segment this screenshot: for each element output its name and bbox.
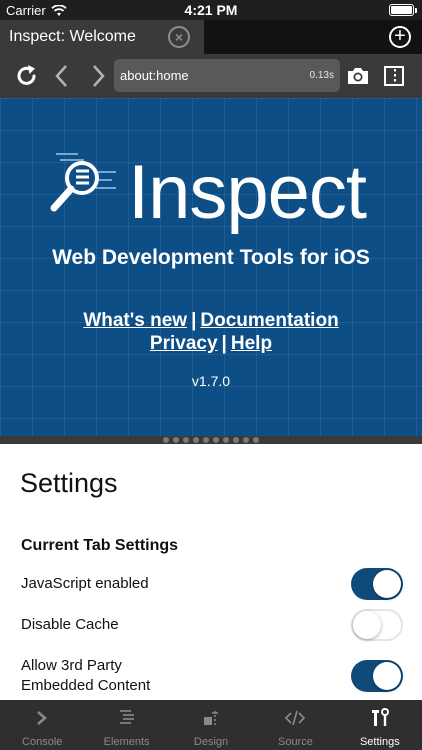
tab-label: Settings	[359, 736, 400, 748]
pager-dot	[193, 437, 199, 443]
status-bar: Carrier 4:21 PM	[0, 0, 422, 20]
javascript-enabled-toggle[interactable]	[351, 568, 403, 600]
toggle-knob	[353, 611, 381, 639]
clock: 4:21 PM	[184, 2, 238, 18]
pager-dot	[253, 437, 259, 443]
tab-label: Design	[193, 736, 229, 748]
tools-icon	[338, 708, 422, 728]
browser-toolbar: about:home 0.13s	[0, 54, 422, 98]
load-time: 0.13s	[309, 70, 334, 81]
tagline: Web Development Tools for iOS	[52, 246, 370, 269]
web-content: Inspect Web Development Tools for iOS Wh…	[0, 98, 422, 436]
split-view-icon[interactable]	[380, 62, 408, 90]
links-row-2: Privacy | Help	[0, 333, 422, 355]
settings-title: Settings	[20, 468, 118, 498]
url-bar[interactable]: about:home 0.13s	[114, 59, 340, 92]
camera-icon[interactable]	[344, 62, 372, 90]
tab-label: Console	[22, 736, 63, 748]
pager-dot	[203, 437, 209, 443]
third-party-content-toggle[interactable]	[351, 660, 403, 692]
tab-title: Inspect: Welcome	[9, 28, 136, 45]
new-tab-icon[interactable]: +	[389, 26, 411, 48]
pager-dot	[183, 437, 189, 443]
chevron-right-icon	[0, 708, 84, 728]
reload-icon[interactable]	[13, 62, 41, 90]
privacy-link[interactable]: Privacy	[150, 333, 218, 354]
whats-new-link[interactable]: What's new	[83, 310, 187, 331]
label-line-2: Embedded Content	[21, 677, 151, 694]
code-icon	[253, 708, 337, 728]
tab-label: Elements	[103, 736, 150, 748]
section-title: Current Tab Settings	[21, 537, 179, 554]
tab-source[interactable]: Source	[253, 700, 337, 750]
design-icon	[169, 708, 253, 728]
pager-dot	[233, 437, 239, 443]
list-icon	[84, 708, 168, 728]
help-link[interactable]: Help	[231, 333, 272, 354]
link-separator: |	[191, 310, 197, 331]
tab-design[interactable]: Design	[169, 700, 253, 750]
pager-dot	[173, 437, 179, 443]
label-line-1: Allow 3rd Party	[21, 657, 122, 674]
close-tab-icon[interactable]: ×	[168, 26, 190, 48]
browser-tab-bar: Inspect: Welcome × +	[0, 20, 422, 54]
pager-dot	[223, 437, 229, 443]
tab-settings[interactable]: Settings	[338, 700, 422, 750]
tab-elements[interactable]: Elements	[84, 700, 168, 750]
bottom-tab-bar: Console Elements Design Source Settings	[0, 700, 422, 750]
battery-icon	[389, 4, 417, 16]
pager-dot	[213, 437, 219, 443]
toggle-knob	[373, 662, 401, 690]
disable-cache-toggle[interactable]	[351, 609, 403, 641]
url-text[interactable]: about:home	[120, 68, 189, 83]
forward-icon[interactable]	[84, 62, 112, 90]
toggle-knob	[373, 570, 401, 598]
pager-dot	[163, 437, 169, 443]
pager-dot	[243, 437, 249, 443]
link-separator: |	[221, 333, 227, 354]
links-row-1: What's new | Documentation	[0, 310, 422, 332]
disable-cache-label: Disable Cache	[21, 616, 119, 633]
settings-panel: Settings Current Tab Settings JavaScript…	[0, 444, 422, 700]
panel-pager[interactable]	[0, 436, 422, 444]
magnifier-logo-icon	[50, 153, 116, 212]
third-party-content-label: Allow 3rd Party Embedded Content	[21, 656, 150, 696]
browser-tab[interactable]: Inspect: Welcome ×	[0, 20, 204, 54]
tab-console[interactable]: Console	[0, 700, 84, 750]
documentation-link[interactable]: Documentation	[200, 310, 338, 331]
back-icon[interactable]	[48, 62, 76, 90]
version-label: v1.7.0	[191, 373, 231, 389]
logo-wordmark: Inspect	[128, 150, 367, 235]
javascript-enabled-label: JavaScript enabled	[21, 575, 149, 592]
tab-label: Source	[277, 736, 313, 748]
